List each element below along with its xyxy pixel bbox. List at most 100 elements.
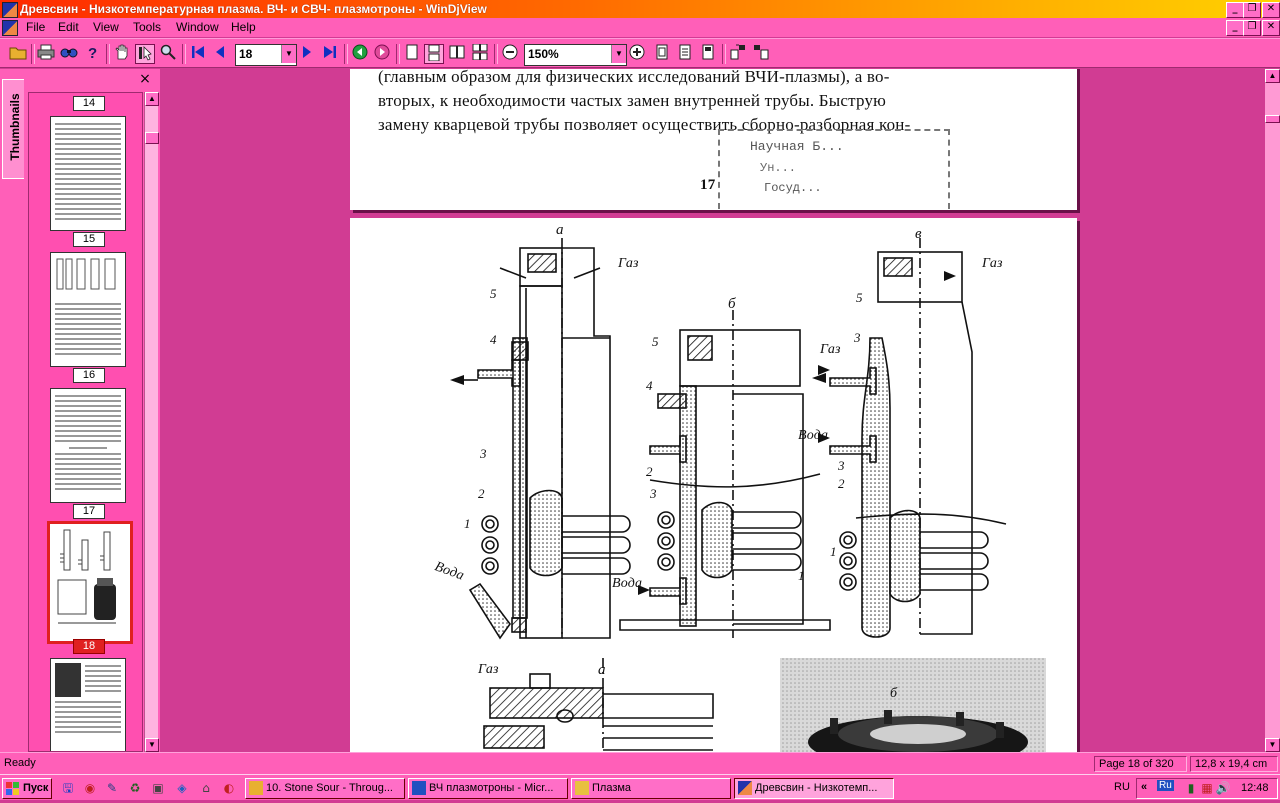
task-button-active[interactable]: Древсвин - Низкотемп... — [734, 778, 894, 799]
rotate-left-icon[interactable] — [728, 44, 748, 64]
next-page-icon[interactable] — [297, 44, 317, 64]
svg-text:?: ? — [88, 45, 97, 60]
last-page-icon[interactable] — [320, 44, 340, 64]
fit-width-icon[interactable] — [675, 44, 695, 64]
computer-icon[interactable]: ▣ — [150, 780, 166, 796]
task-label: Плазма — [592, 782, 632, 794]
thumbnail-label-17[interactable]: 17 — [73, 504, 105, 519]
zoom-out-icon[interactable] — [500, 44, 520, 64]
zoom-in-icon[interactable] — [627, 44, 647, 64]
continuous-page-icon[interactable] — [424, 44, 444, 64]
save-icon[interactable]: 🖫 — [60, 780, 76, 796]
media-icon[interactable]: ◈ — [174, 780, 190, 796]
thumbnail-page-16[interactable] — [50, 252, 126, 367]
close-icon[interactable]: × — [138, 72, 152, 86]
zoom-tool-icon[interactable] — [158, 44, 178, 64]
network-icon[interactable]: ♻ — [127, 780, 143, 796]
single-page-icon[interactable] — [402, 44, 422, 64]
page-text-line: (главным образом для физических исследов… — [378, 69, 890, 86]
page-number-value[interactable]: 18 — [239, 47, 252, 61]
start-button[interactable]: Пуск — [2, 778, 52, 799]
document-page-17[interactable]: (главным образом для физических исследов… — [350, 69, 1077, 210]
menu-edit[interactable]: Edit — [58, 20, 79, 34]
tray-expand-button[interactable]: « — [1141, 781, 1147, 793]
help-icon[interactable]: ? — [82, 44, 102, 64]
doc-close-button[interactable]: ✕ — [1262, 20, 1280, 36]
page-number: 17 — [700, 177, 716, 193]
chevron-down-icon[interactable]: ▼ — [281, 45, 296, 63]
forward-icon[interactable] — [372, 44, 392, 64]
folder-icon — [575, 781, 589, 795]
document-icon[interactable] — [2, 20, 18, 36]
stamp-text: Ун... — [760, 161, 797, 175]
open-icon[interactable] — [8, 44, 28, 64]
menu-help[interactable]: Help — [231, 20, 256, 34]
scroll-up-icon[interactable]: ▲ — [145, 92, 159, 106]
keyboard-layout-icon[interactable]: Ru — [1157, 780, 1174, 791]
thumbnail-scrollbar[interactable]: ▲ ▼ — [144, 92, 159, 752]
first-page-icon[interactable] — [188, 44, 208, 64]
task-button[interactable]: 10. Stone Sour - Throug... — [245, 778, 405, 799]
player-icon[interactable]: ◐ — [221, 780, 237, 796]
minimize-button[interactable]: _ — [1226, 2, 1244, 18]
maximize-button[interactable]: ❐ — [1243, 2, 1261, 18]
thumbnail-page-15[interactable] — [50, 116, 126, 231]
language-indicator[interactable]: RU — [1114, 781, 1130, 793]
close-button[interactable]: ✕ — [1262, 2, 1280, 18]
print-icon[interactable] — [36, 44, 56, 64]
menu-view[interactable]: View — [93, 20, 119, 34]
thumbnail-label-14[interactable]: 14 — [73, 96, 105, 111]
volume-icon[interactable]: 🔊 — [1215, 780, 1231, 796]
fit-page-icon[interactable] — [652, 44, 672, 64]
previous-page-icon[interactable] — [210, 44, 230, 64]
part-number: 3 — [650, 486, 657, 501]
thumbnail-list[interactable]: 14 15 16 17 18 — [28, 92, 143, 752]
document-view[interactable]: (главным образом для физических исследов… — [161, 69, 1265, 752]
find-icon[interactable] — [59, 44, 79, 64]
menu-file[interactable]: File — [26, 20, 45, 34]
doc-minimize-button[interactable]: _ — [1226, 20, 1244, 36]
zoom-value[interactable]: 150% — [528, 47, 559, 61]
facing-pages-icon[interactable] — [447, 44, 467, 64]
document-page-18[interactable]: а б в Газ Газ Газ Газ Вода Вода Вода 4 5… — [350, 218, 1077, 752]
thumbnail-label-16[interactable]: 16 — [73, 368, 105, 383]
page-number-combo[interactable]: 18 ▼ — [235, 44, 297, 66]
chevron-down-icon[interactable]: ▼ — [611, 45, 626, 63]
figure-label-a: а — [598, 662, 606, 678]
battery-icon[interactable]: ▮ — [1183, 780, 1199, 796]
task-button[interactable]: Плазма — [571, 778, 731, 799]
clock[interactable]: 12:48 — [1241, 782, 1269, 794]
network-tray-icon[interactable]: ▦ — [1199, 780, 1215, 796]
thumbnail-page-19[interactable] — [50, 658, 126, 751]
doc-restore-button[interactable]: ❐ — [1243, 20, 1261, 36]
document-scrollbar[interactable]: ▲ ▼ — [1265, 69, 1280, 752]
scrollbar-thumb[interactable] — [1265, 115, 1280, 123]
menu-bar: File Edit View Tools Window Help _ ❐ ✕ — [0, 18, 1280, 37]
scroll-down-icon[interactable]: ▼ — [1265, 738, 1280, 752]
back-icon[interactable] — [350, 44, 370, 64]
thumbnail-label-15[interactable]: 15 — [73, 232, 105, 247]
thumbnail-page-18[interactable] — [47, 521, 133, 644]
browser-icon[interactable]: ◉ — [82, 780, 98, 796]
actual-size-icon[interactable] — [698, 44, 718, 64]
hand-tool-icon[interactable] — [112, 44, 132, 64]
thumbnail-page-17[interactable] — [50, 388, 126, 503]
zoom-combo[interactable]: 150% ▼ — [524, 44, 627, 66]
scroll-up-icon[interactable]: ▲ — [1265, 69, 1280, 83]
task-button[interactable]: ВЧ плазмотроны - Micr... — [408, 778, 568, 799]
part-number: 1 — [464, 516, 471, 531]
thumbnail-label-18[interactable]: 18 — [73, 639, 105, 654]
scroll-down-icon[interactable]: ▼ — [145, 738, 159, 752]
figure-label-b: б — [890, 686, 898, 701]
tab-thumbnails[interactable]: Thumbnails — [2, 79, 24, 179]
menu-window[interactable]: Window — [176, 20, 219, 34]
menu-tools[interactable]: Tools — [133, 20, 161, 34]
app-icon[interactable] — [2, 2, 18, 18]
rotate-right-icon[interactable] — [751, 44, 771, 64]
app-icon[interactable]: ⌂ — [198, 780, 214, 796]
scrollbar-thumb[interactable] — [145, 132, 159, 144]
part-number: 2 — [478, 486, 485, 501]
messenger-icon[interactable]: ✎ — [104, 780, 120, 796]
continuous-facing-icon[interactable] — [470, 43, 490, 64]
select-tool-icon[interactable] — [135, 44, 155, 64]
